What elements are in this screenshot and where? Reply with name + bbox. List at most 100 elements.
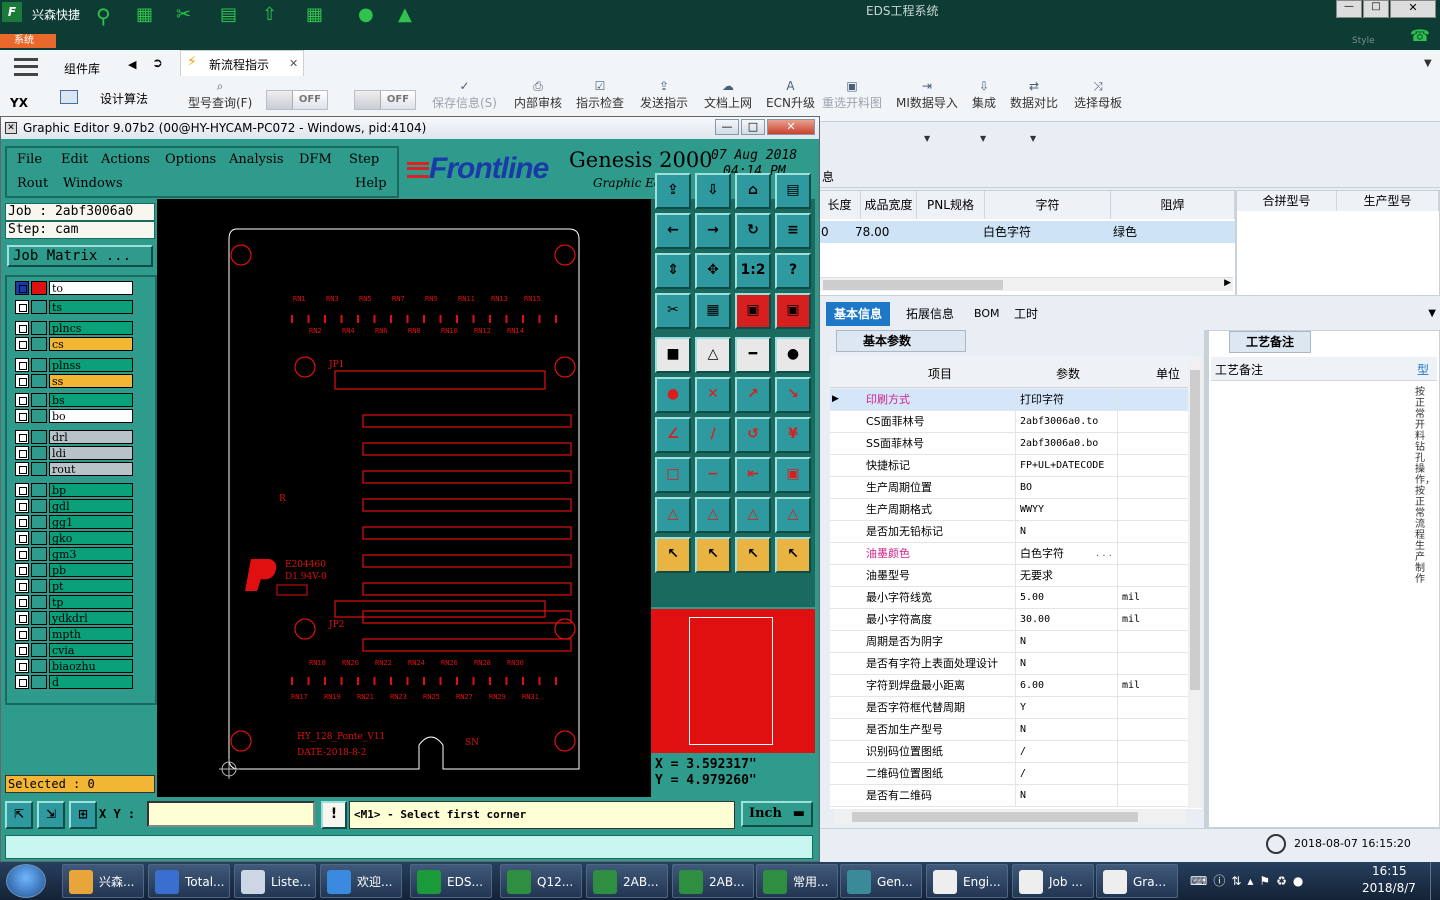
- layer-checkbox[interactable]: [15, 483, 29, 497]
- layer-row[interactable]: tp: [15, 595, 133, 609]
- ribbon-button-4[interactable]: ⇪ 发送指示: [640, 80, 688, 111]
- export-icon[interactable]: ⇧: [262, 4, 290, 28]
- param-value[interactable]: BO: [1018, 477, 1118, 499]
- layer-row[interactable]: d: [15, 675, 133, 689]
- param-value[interactable]: N: [1018, 719, 1118, 741]
- chevron-down-icon[interactable]: ▼: [1424, 58, 1432, 69]
- layer-row[interactable]: gg1: [15, 515, 133, 529]
- param-value[interactable]: 2abf3006a0.to: [1018, 411, 1118, 433]
- panel-icon[interactable]: ▤: [775, 173, 811, 209]
- toggle-left[interactable]: OFF: [266, 90, 328, 110]
- chart-icon[interactable]: ▲: [398, 4, 426, 28]
- layer-checkbox[interactable]: [15, 675, 29, 689]
- layer-color-swatch[interactable]: [31, 461, 47, 476]
- param-value[interactable]: N: [1018, 631, 1118, 653]
- phone-icon[interactable]: ☎: [1410, 26, 1430, 45]
- toggle-right[interactable]: OFF: [354, 90, 416, 110]
- layer-row[interactable]: drl: [15, 429, 133, 444]
- param-value[interactable]: N: [1018, 521, 1118, 543]
- layer-color-swatch[interactable]: [31, 483, 47, 497]
- taskbar-item[interactable]: 兴森...: [62, 864, 144, 898]
- tab-extended-info[interactable]: 拓展信息: [898, 302, 962, 326]
- ribbon-button-10[interactable]: ⇄ 数据对比: [1010, 80, 1058, 111]
- ge-close-button[interactable]: ✕: [767, 119, 815, 135]
- ge-minimize-button[interactable]: —: [715, 119, 739, 135]
- menu-dfm[interactable]: DFM: [299, 152, 332, 167]
- layer-color-swatch[interactable]: [31, 595, 47, 609]
- taskbar-item[interactable]: Liste...: [234, 864, 316, 898]
- grid-header[interactable]: 成品宽度: [861, 191, 917, 219]
- pointer-box-icon[interactable]: ↖: [695, 537, 731, 573]
- layer-row[interactable]: ldi: [15, 445, 133, 460]
- table-row[interactable]: 油墨型号 无要求: [830, 565, 1190, 587]
- layer-color-swatch[interactable]: [31, 611, 47, 625]
- layer-color-swatch[interactable]: [31, 515, 47, 529]
- table-row[interactable]: 识别码位置图纸 /: [830, 741, 1190, 763]
- table-row[interactable]: 字符到焊盘最小距离 6.00 mil: [830, 675, 1190, 697]
- taskbar-item[interactable]: 2AB...: [672, 864, 754, 898]
- taskbar-item[interactable]: Gen...: [840, 864, 922, 898]
- layer-color-swatch[interactable]: [31, 659, 47, 673]
- table-row[interactable]: 是否字符框代替周期 Y: [830, 697, 1190, 719]
- grid-header[interactable]: PNL规格: [917, 191, 985, 219]
- tab-process-remark[interactable]: 工艺备注: [1229, 331, 1311, 353]
- table-row[interactable]: 印刷方式 打印字符: [830, 389, 1190, 411]
- layer-checkbox[interactable]: [15, 659, 29, 673]
- layer-checkbox[interactable]: [15, 358, 29, 372]
- layer-color-swatch[interactable]: [31, 358, 47, 372]
- layer-checkbox[interactable]: [15, 643, 29, 657]
- layer-checkbox[interactable]: [15, 461, 29, 476]
- ribbon-button-6[interactable]: A ECN升级: [766, 80, 815, 111]
- layer-row[interactable]: mpth: [15, 627, 133, 641]
- layer-checkbox[interactable]: [15, 499, 29, 513]
- param-value[interactable]: N: [1018, 785, 1118, 807]
- scale-icon[interactable]: 1:2: [735, 253, 771, 289]
- zoom-area-icon[interactable]: ⇲: [37, 801, 65, 829]
- hamburger-icon[interactable]: [14, 58, 38, 76]
- layer-row[interactable]: ydkdrl: [15, 611, 133, 625]
- layer-checkbox[interactable]: [15, 547, 29, 561]
- grid-header[interactable]: 阻焊: [1111, 191, 1235, 219]
- layer-color-swatch[interactable]: [31, 281, 47, 295]
- flip-icon[interactable]: ¥: [775, 417, 811, 453]
- layer-row[interactable]: cvia: [15, 643, 133, 657]
- snapshot-icon[interactable]: ■: [655, 337, 691, 373]
- chevron-right-icon[interactable]: ▶: [1224, 278, 1231, 288]
- mini-map[interactable]: [651, 609, 815, 753]
- eds-close-button[interactable]: ✕: [1390, 0, 1436, 18]
- param-value[interactable]: 2abf3006a0.bo: [1018, 433, 1118, 455]
- layer-color-swatch[interactable]: [31, 563, 47, 577]
- grid-toggle-icon[interactable]: ▦: [695, 293, 731, 329]
- param-value[interactable]: /: [1018, 763, 1118, 785]
- delete-node-icon[interactable]: ✕: [695, 377, 731, 413]
- ribbon-button-1[interactable]: ✓ 保存信息(S): [432, 80, 497, 111]
- show-desktop-button[interactable]: [1430, 862, 1440, 900]
- table-row[interactable]: 生产周期位置 BO: [830, 477, 1190, 499]
- layer-checkbox[interactable]: [15, 531, 29, 545]
- grid-icon[interactable]: ▦: [306, 4, 334, 28]
- param-value[interactable]: 打印字符: [1018, 389, 1118, 411]
- select-red-alt-icon[interactable]: ▣: [775, 293, 811, 329]
- layer-color-swatch[interactable]: [31, 547, 47, 561]
- layer-checkbox[interactable]: [15, 281, 29, 295]
- upload-layer-icon[interactable]: ⇪: [655, 173, 691, 209]
- layer-checkbox[interactable]: [15, 627, 29, 641]
- layer-checkbox[interactable]: [15, 611, 29, 625]
- pointer-icon[interactable]: ↖: [655, 537, 691, 573]
- vertical-scrollbar[interactable]: [1188, 358, 1202, 808]
- clock-time[interactable]: 16:15: [1372, 864, 1407, 878]
- close-icon[interactable]: ✕: [289, 57, 298, 70]
- param-hscrollbar[interactable]: [834, 810, 1186, 824]
- layer-color-swatch[interactable]: [31, 445, 47, 460]
- snap-icon[interactable]: ≡: [775, 213, 811, 249]
- download-layer-icon[interactable]: ⇩: [695, 173, 731, 209]
- clock-date[interactable]: 2018/8/7: [1362, 881, 1416, 895]
- layer-color-swatch[interactable]: [31, 579, 47, 593]
- snap-grid-icon[interactable]: ⊞: [69, 801, 97, 829]
- layer-color-swatch[interactable]: [31, 320, 47, 335]
- layer-row[interactable]: bs: [15, 392, 133, 407]
- param-value[interactable]: Y: [1018, 697, 1118, 719]
- film-icon[interactable]: ▤: [220, 4, 248, 28]
- zoom-fit-icon[interactable]: ⇱: [5, 801, 33, 829]
- ink-color-ellipsis[interactable]: . . .: [1096, 548, 1112, 559]
